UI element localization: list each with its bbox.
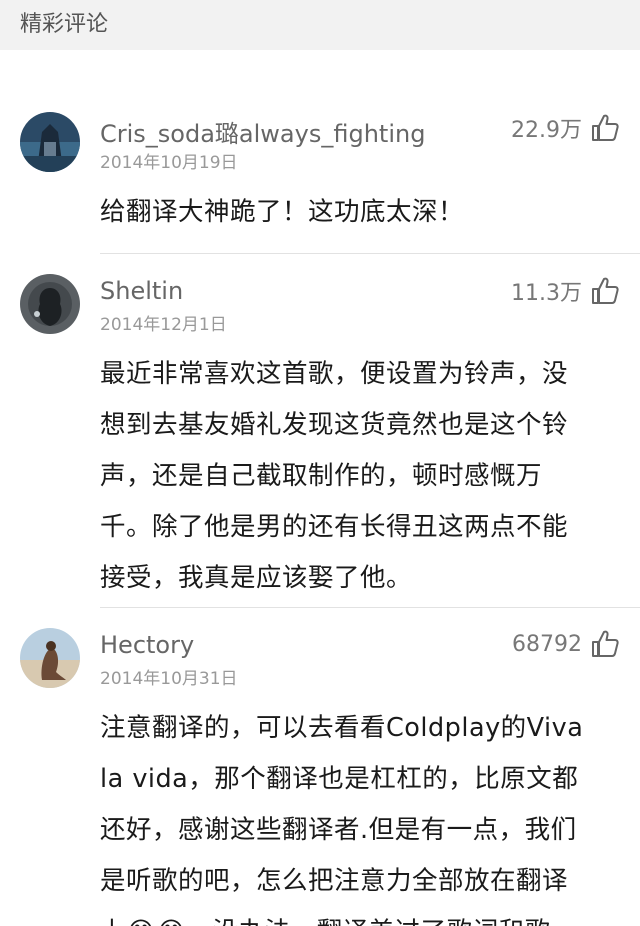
avatar[interactable]	[20, 274, 80, 334]
like-button[interactable]: 22.9万	[511, 112, 620, 144]
like-count: 68792	[512, 631, 582, 657]
username[interactable]: Cris_soda璐always_fighting	[100, 114, 425, 149]
comment-date: 2014年10月19日	[100, 153, 238, 173]
comment-text: 注意翻译的，可以去看看Coldplay的Viva la vida，那个翻译也是杠…	[100, 713, 584, 926]
avatar[interactable]	[20, 112, 80, 172]
divider	[100, 253, 640, 254]
thumbs-up-icon	[592, 630, 619, 657]
like-count: 11.3万	[511, 281, 582, 306]
comment-date: 2014年12月1日	[100, 315, 227, 335]
thumbs-up-icon	[592, 114, 619, 141]
comment-text: 给翻译大神跪了！这功底太深！	[100, 197, 465, 227]
section-title: 精彩评论	[20, 12, 109, 37]
divider	[100, 607, 640, 608]
like-button[interactable]: 68792	[512, 629, 620, 659]
comment-text: 最近非常喜欢这首歌，便设置为铃声，没 想到去基友婚礼发现这货竟然也是这个铃 声，…	[100, 359, 569, 593]
like-count: 22.9万	[511, 118, 582, 143]
section-header: 精彩评论	[0, 0, 640, 50]
comment-date: 2014年10月31日	[100, 669, 238, 689]
thumbs-up-icon	[592, 277, 619, 304]
avatar[interactable]	[20, 628, 80, 688]
username[interactable]: Hectory	[100, 631, 194, 659]
like-button[interactable]: 11.3万	[511, 275, 620, 307]
username[interactable]: Sheltin	[100, 277, 183, 305]
